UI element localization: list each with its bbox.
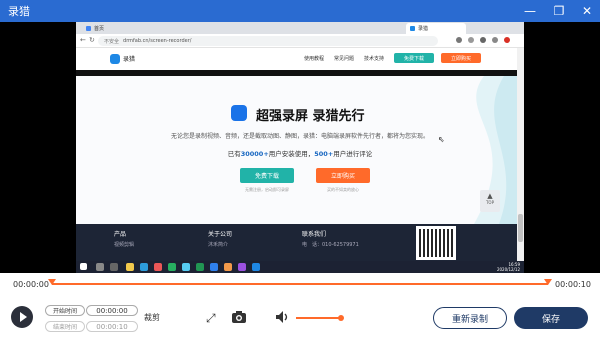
top-label: TOP — [485, 200, 494, 205]
video-preview: 首页 录猎 ← ↻ 不安全 drmfab.cn/screen-recorder/ — [0, 22, 600, 273]
profile-avatar — [504, 37, 510, 43]
back-icon: ← — [80, 36, 86, 44]
recorder-app-icon — [252, 263, 260, 271]
browser-tab-active: 录猎 — [406, 23, 466, 34]
app-icon — [224, 263, 232, 271]
nav-link-support: 技术支持 — [364, 56, 385, 62]
site-header: 录猎 使用教程 常见问题 技术支持 免费下载 立即购买 — [76, 48, 524, 70]
title-bar: 录猎 — ❐ ✕ — [0, 0, 600, 22]
playback-controls: 开始时间 00:00:00 结束时间 00:00:10 裁剪 ⤢ 重新录制 保存 — [0, 295, 600, 342]
header-buy-button: 立即购买 — [441, 53, 481, 63]
browser-tab-home: 首页 — [82, 23, 154, 34]
buy-note: 买的不如卖的放心 — [327, 187, 359, 192]
timeline-end-time: 00:00:10 — [555, 280, 591, 289]
page-scrollbar-thumb — [518, 214, 523, 242]
site-logo-icon — [110, 54, 120, 64]
stats-text: 已有 — [227, 150, 241, 158]
hero-logo-icon — [231, 105, 247, 121]
trim-end-handle[interactable] — [544, 279, 552, 285]
clock-date: 2020/12/12 — [496, 267, 520, 272]
window-title: 录猎 — [8, 5, 30, 18]
app-icon — [196, 263, 204, 271]
puzzle-icon — [480, 37, 486, 43]
minimize-button[interactable]: — — [517, 0, 543, 22]
header-download-button: 免费下载 — [394, 53, 434, 63]
end-time-label: 结束时间 — [45, 321, 85, 332]
app-icon — [182, 263, 190, 271]
trim-button[interactable]: 裁剪 — [144, 312, 160, 323]
camera-icon[interactable] — [232, 311, 246, 326]
extension-icon — [456, 37, 462, 43]
play-button[interactable] — [11, 306, 33, 328]
url-field: 不安全 drmfab.cn/screen-recorder/ — [98, 36, 438, 46]
stats-users: 30000+ — [240, 150, 269, 158]
chrome-icon — [154, 263, 162, 271]
timeline-start-time: 00:00:00 — [13, 280, 49, 289]
timeline-track[interactable] — [52, 283, 548, 285]
footer-products-title: 产品 — [114, 231, 127, 238]
windows-start-icon — [80, 263, 87, 270]
restore-button[interactable]: ❐ — [546, 0, 572, 22]
extension-icon — [468, 37, 474, 43]
tab-label: 首页 — [94, 26, 105, 32]
recorded-screen: 首页 录猎 ← ↻ 不安全 drmfab.cn/screen-recorder/ — [76, 22, 524, 273]
extension-icon — [492, 37, 498, 43]
stats-text: 用户安装使用， — [268, 150, 315, 158]
hero-stats: 已有30000+用户安装使用，500+用户进行评论 — [76, 148, 524, 158]
save-button[interactable]: 保存 — [514, 307, 588, 329]
app-icon — [238, 263, 246, 271]
site-logo-text: 录猎 — [123, 56, 136, 63]
stats-text: 用户进行评论 — [333, 150, 373, 158]
stats-reviews: 500+ — [314, 150, 334, 158]
file-explorer-icon — [126, 263, 134, 271]
site-footer: 产品 视频剪辑 关于公司 沐禾简介 联系我们 电 话：010-62579971 — [76, 224, 524, 261]
edge-icon — [140, 263, 148, 271]
search-icon — [96, 263, 104, 271]
hero-download-button: 免费下载 — [240, 168, 294, 183]
footer-phone: 电 话：010-62579971 — [302, 242, 359, 248]
volume-slider-handle[interactable] — [338, 315, 344, 321]
start-time-label: 开始时间 — [45, 305, 85, 316]
up-arrow-icon: ▲ — [487, 192, 493, 200]
footer-company-item: 沐禾简介 — [208, 242, 229, 248]
timeline: 00:00:00 00:00:10 — [0, 273, 600, 295]
volume-icon[interactable] — [276, 311, 290, 326]
close-button[interactable]: ✕ — [574, 0, 600, 22]
nav-link-tutorial: 使用教程 — [304, 56, 325, 62]
end-time-input[interactable]: 00:00:10 — [86, 321, 138, 332]
taskbar-clock: 16:59 2020/12/12 — [497, 262, 520, 272]
tab-label: 录猎 — [418, 26, 429, 32]
qr-code — [416, 226, 456, 260]
hero-subtitle: 无论您是录制视频、音频，还是截取动图、静图，录猎：电脑端录屏软件先行者，都将为您… — [170, 133, 429, 140]
windows-taskbar: 16:59 2020/12/12 — [76, 261, 524, 273]
trim-start-handle[interactable] — [48, 279, 56, 285]
refresh-icon: ↻ — [89, 36, 95, 44]
recorder-window: 录猎 — ❐ ✕ 首页 录猎 ← ↻ 不安全 drmfab.cn/screen-… — [0, 0, 600, 342]
footer-contact-title: 联系我们 — [302, 231, 327, 238]
back-to-top-button: ▲ TOP — [480, 190, 500, 212]
volume-slider[interactable] — [296, 317, 340, 319]
wechat-icon — [168, 263, 176, 271]
browser-tabstrip: 首页 录猎 — [76, 22, 524, 34]
nav-link-faq: 常见问题 — [334, 56, 355, 62]
task-view-icon — [110, 263, 118, 271]
security-indicator: 不安全 — [104, 38, 120, 45]
footer-company-title: 关于公司 — [208, 231, 233, 238]
footer-products-item: 视频剪辑 — [114, 242, 135, 248]
rerecord-button[interactable]: 重新录制 — [433, 307, 507, 329]
hero-buy-button: 立即购买 — [316, 168, 370, 183]
start-time-input[interactable]: 00:00:00 — [86, 305, 138, 316]
app-icon — [210, 263, 218, 271]
hero-title: 超强录屏 录猎先行 — [256, 109, 365, 124]
browser-address-bar: ← ↻ 不安全 drmfab.cn/screen-recorder/ — [76, 34, 524, 48]
mouse-cursor-icon: ⇖ — [438, 135, 445, 144]
hero-section: 超强录屏 录猎先行 无论您是录制视频、音频，还是截取动图、静图，录猎：电脑端录屏… — [76, 76, 524, 224]
fullscreen-icon[interactable]: ⤢ — [206, 311, 216, 326]
site-favicon-icon — [410, 26, 415, 31]
url-text: drmfab.cn/screen-recorder/ — [123, 38, 192, 44]
page-icon — [86, 26, 91, 31]
download-note: 无需注册，启动即可录屏 — [245, 187, 289, 192]
